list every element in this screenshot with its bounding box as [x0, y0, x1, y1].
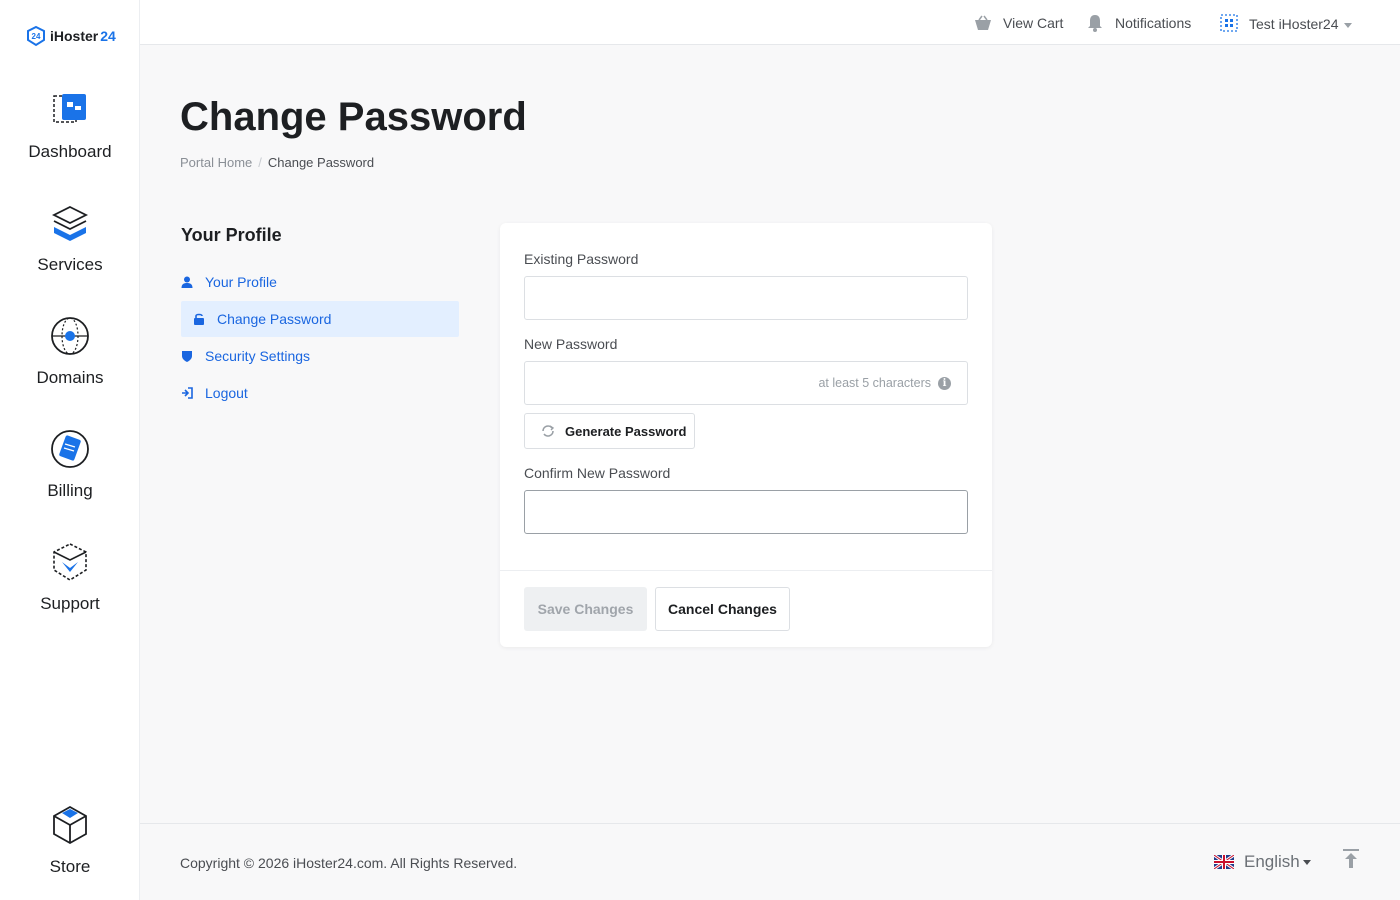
breadcrumb-home[interactable]: Portal Home	[180, 155, 252, 170]
sidebar-item-billing[interactable]: Billing	[0, 427, 140, 501]
refresh-icon	[542, 425, 555, 437]
billing-icon	[51, 430, 89, 468]
save-changes-button[interactable]: Save Changes	[524, 587, 647, 631]
basket-icon	[975, 15, 991, 30]
brand-logo[interactable]: 24 iHoster 24	[24, 24, 116, 48]
dashboard-icon	[53, 94, 86, 123]
logo-24-icon: 24	[27, 25, 45, 47]
breadcrumb-separator: /	[258, 155, 262, 170]
breadcrumb: Portal Home / Change Password	[180, 155, 374, 170]
sidebar-item-store[interactable]: Store	[0, 803, 140, 877]
profile-menu-item-your-profile[interactable]: Your Profile	[181, 264, 459, 300]
sidebar-item-label: Support	[40, 594, 100, 613]
generate-password-button[interactable]: Generate Password	[524, 413, 695, 449]
card-divider	[500, 570, 992, 571]
lock-icon	[194, 313, 204, 325]
profile-menu-item-change-password[interactable]: Change Password	[181, 301, 459, 337]
language-selector[interactable]: English	[1214, 852, 1311, 872]
info-icon[interactable]: i	[938, 377, 951, 390]
footer: Copyright © 2026 iHoster24.com. All Righ…	[140, 823, 1400, 900]
profile-menu-item-security-settings[interactable]: Security Settings	[181, 338, 459, 374]
profile-menu-item-label: Your Profile	[205, 274, 277, 290]
cube-icon	[53, 805, 87, 845]
change-password-card: Existing Password New Password at least …	[500, 223, 992, 647]
sidebar-item-services[interactable]: Services	[0, 201, 140, 275]
sidebar-item-support[interactable]: Support	[0, 540, 140, 614]
existing-password-label: Existing Password	[524, 251, 639, 267]
page-title: Change Password	[180, 95, 527, 139]
breadcrumb-current: Change Password	[267, 155, 375, 170]
profile-menu-title: Your Profile	[181, 225, 282, 245]
language-label: English	[1244, 852, 1300, 871]
logout-icon	[182, 387, 193, 399]
profile-menu-item-label: Change Password	[217, 311, 332, 327]
new-password-placeholder: at least 5 characters	[818, 376, 931, 390]
sidebar: 24 iHoster24 Dashboard Services Domains	[0, 0, 140, 900]
account-menu[interactable]: Test iHoster24	[1219, 13, 1353, 33]
chevron-down-icon	[1344, 22, 1353, 28]
cancel-changes-button[interactable]: Cancel Changes	[655, 587, 790, 631]
existing-password-field[interactable]	[524, 276, 968, 320]
services-icon	[51, 205, 89, 241]
new-password-field[interactable]: at least 5 characters i	[524, 361, 968, 405]
account-grid-icon	[1220, 14, 1238, 32]
sidebar-item-dashboard[interactable]: Dashboard	[0, 88, 140, 162]
view-cart-label: View Cart	[1003, 15, 1064, 31]
notifications-link[interactable]: Notifications	[1085, 13, 1191, 33]
sidebar-item-label: Billing	[47, 481, 93, 500]
svg-text:24: 24	[32, 32, 41, 41]
sidebar-item-domains[interactable]: Domains	[0, 314, 140, 388]
sidebar-item-label: Store	[49, 857, 91, 876]
support-icon	[53, 543, 87, 581]
confirm-password-field[interactable]	[524, 490, 968, 534]
view-cart-link[interactable]: View Cart	[973, 13, 1063, 33]
bell-icon	[1088, 15, 1102, 32]
copyright-text: Copyright © 2026 iHoster24.com. All Righ…	[180, 855, 518, 871]
sidebar-item-label: Services	[37, 255, 103, 274]
confirm-password-label: Confirm New Password	[524, 465, 671, 481]
profile-menu-item-logout[interactable]: Logout	[181, 375, 459, 411]
chevron-down-icon	[1302, 860, 1311, 866]
top-bar: View Cart Notifications Test iHoster24	[140, 0, 1400, 45]
profile-menu-item-label: Security Settings	[205, 348, 311, 364]
sidebar-item-label: Domains	[36, 368, 104, 387]
uk-flag-icon	[1214, 855, 1234, 869]
new-password-label: New Password	[524, 336, 618, 352]
sidebar-item-label: Dashboard	[28, 142, 112, 161]
notifications-label: Notifications	[1115, 15, 1192, 31]
generate-password-label: Generate Password	[565, 423, 687, 439]
shield-icon	[182, 351, 192, 362]
account-name: Test iHoster24	[1249, 16, 1339, 32]
back-to-top-icon[interactable]	[1340, 848, 1362, 870]
brand-suffix: 24	[100, 28, 116, 44]
profile-menu-item-label: Logout	[205, 385, 248, 401]
user-icon	[181, 276, 193, 288]
profile-menu: Your Profile Change Password Security Se…	[181, 264, 459, 412]
brand-name: iHoster	[50, 28, 99, 44]
globe-icon	[51, 317, 89, 355]
